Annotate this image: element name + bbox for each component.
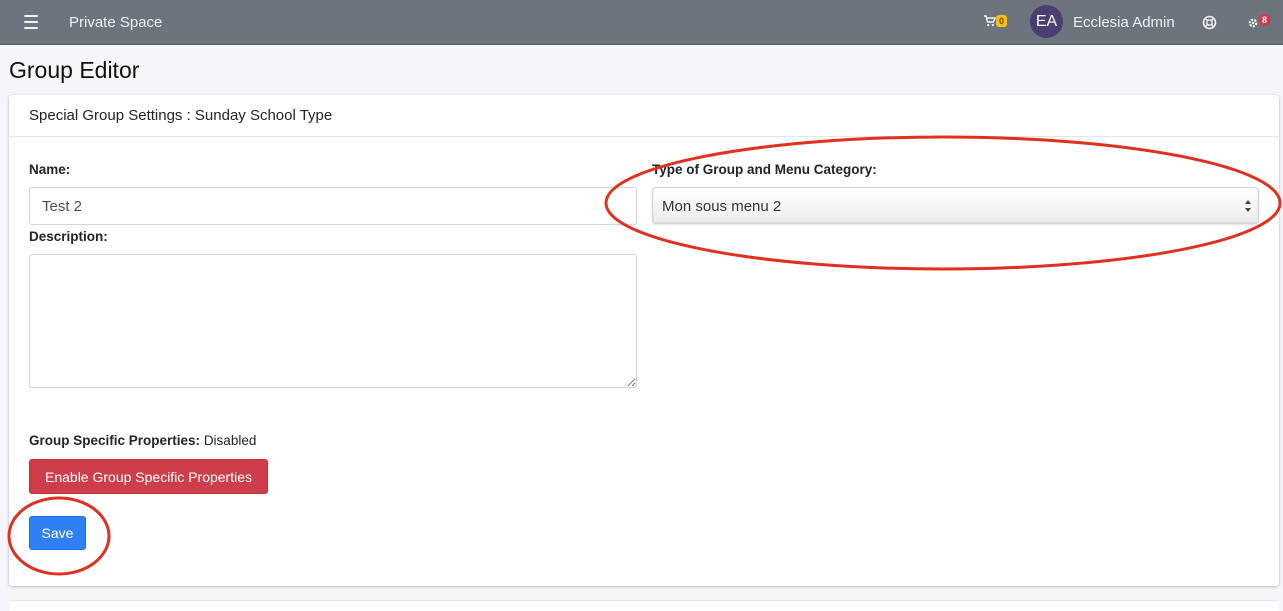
group-settings-card: Special Group Settings : Sunday School T… [9,95,1279,586]
user-name-link[interactable]: Ecclesia Admin [1073,14,1175,31]
name-input[interactable] [29,187,637,225]
group-type-label: Type of Group and Menu Category: [652,162,877,177]
cart-count-badge: 0 [996,15,1008,27]
cart-icon [984,15,996,27]
description-textarea[interactable] [29,254,637,388]
card-title: Special Group Settings : Sunday School T… [29,107,333,124]
cart-button[interactable]: 0 [984,14,1010,30]
top-navbar: Private Space 0 EA Ecclesia Admin 8 [0,0,1283,45]
card-header: Special Group Settings : Sunday School T… [9,95,1279,137]
nav-brand-link[interactable]: Private Space [69,14,162,31]
group-type-select[interactable]: Mon sous menu 2 [652,187,1259,224]
enable-group-properties-button[interactable]: Enable Group Specific Properties [29,459,268,494]
page-title: Group Editor [9,57,140,83]
settings-button[interactable]: 8 [1247,14,1275,32]
notifications-count-badge: 8 [1259,14,1271,26]
help-lifebuoy-icon[interactable] [1202,15,1217,30]
save-button[interactable]: Save [29,516,86,550]
hamburger-menu-icon[interactable] [24,15,38,29]
group-properties-value: Disabled [203,433,257,448]
name-label: Name: [29,162,71,177]
description-label: Description: [29,229,108,244]
group-type-selected-value: Mon sous menu 2 [662,198,782,215]
avatar[interactable]: EA [1030,5,1063,38]
group-properties-status: Group Specific Properties: Disabled [29,433,256,448]
select-arrows-icon [1245,200,1251,212]
group-properties-label: Group Specific Properties: [29,433,201,448]
next-card-edge [9,600,1279,611]
